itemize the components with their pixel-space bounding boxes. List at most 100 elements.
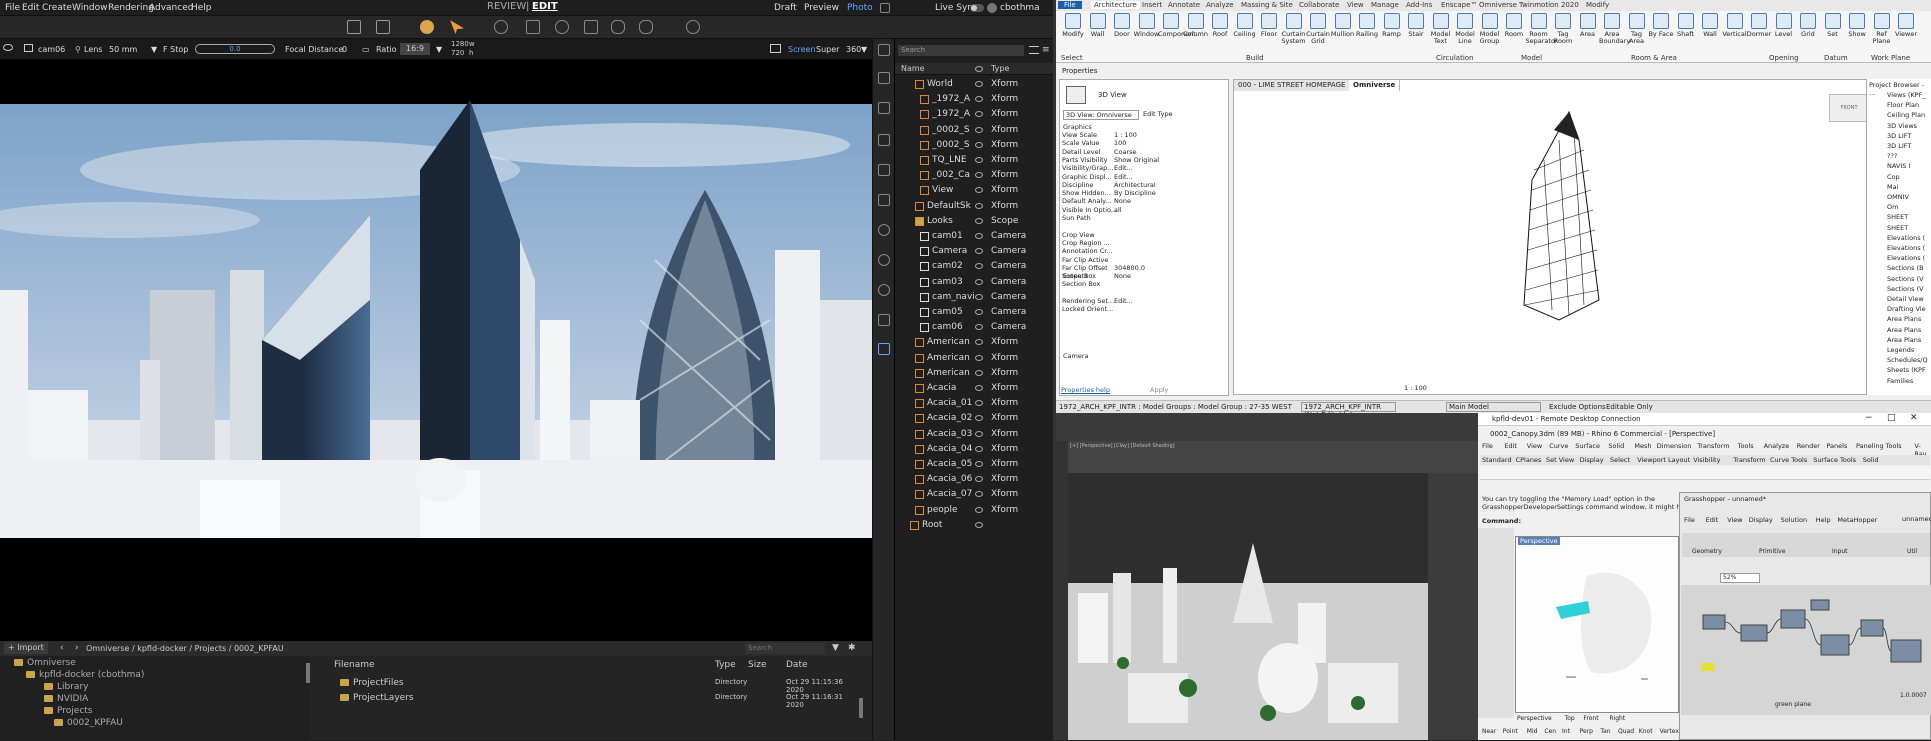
stage-row[interactable]: American Xform [895, 366, 1054, 381]
tab-enscape[interactable]: Enscape™ [1441, 1, 1477, 9]
visibility-eye-icon[interactable] [975, 126, 983, 133]
select-cursor-icon[interactable] [450, 20, 464, 34]
gh-group-primitive[interactable]: Primitive [1759, 548, 1785, 555]
rhino-toolbar-tab[interactable]: Standard [1482, 456, 1512, 464]
osnap-option[interactable]: Perp [1580, 728, 1593, 735]
browser-item[interactable]: Mai [1887, 183, 1898, 191]
exclude-options[interactable]: Exclude Options [1549, 403, 1606, 411]
stage-row[interactable]: people Xform [895, 503, 1054, 518]
rhino-menu-item[interactable]: Render [1797, 442, 1820, 450]
stage-row[interactable]: World Xform [895, 77, 1054, 92]
gh-menu-item[interactable]: Help [1816, 516, 1831, 524]
design-option-select[interactable]: Main Model [1446, 402, 1541, 412]
import-button[interactable]: + Import [4, 642, 48, 654]
paint-icon[interactable] [878, 72, 890, 84]
live-sync-toggle[interactable] [970, 4, 984, 12]
ribbon-button[interactable]: Area [1575, 13, 1601, 38]
visibility-eye-icon[interactable] [975, 521, 983, 528]
property-value[interactable]: Coarse [1114, 148, 1137, 156]
browser-item[interactable]: Elevations ( [1887, 254, 1925, 262]
visibility-eye-icon[interactable] [975, 415, 983, 422]
ribbon-button[interactable]: Level [1771, 13, 1797, 38]
property-row[interactable]: Section Box [1062, 280, 1174, 288]
ratio-select[interactable]: 16:9 [400, 43, 430, 55]
view-selector[interactable]: 3D View: Omniverse [1063, 110, 1139, 120]
visibility-eye-icon[interactable] [975, 81, 983, 87]
tab-twinmotion[interactable]: Twinmotion 2020 [1519, 1, 1579, 9]
rhino-menu-item[interactable]: Surface [1575, 442, 1600, 450]
property-row[interactable]: Parts Visibility Show Original [1062, 156, 1174, 164]
ribbon-button[interactable]: Vertical [1722, 13, 1748, 38]
ribbon-button[interactable]: Ramp [1379, 13, 1405, 38]
browser-item[interactable]: Detail View [1887, 295, 1924, 303]
camera-name[interactable]: cam06 [38, 45, 65, 54]
save-icon[interactable] [376, 20, 390, 34]
ribbon-button[interactable]: Room [1501, 13, 1527, 38]
rhino-toolbar-tab[interactable]: Display [1580, 456, 1604, 464]
forward-icon[interactable]: › [75, 643, 79, 653]
visibility-eye-icon[interactable] [975, 233, 983, 239]
mode-review[interactable]: REVIEW [487, 1, 526, 12]
rhino-menu-item[interactable]: View [1527, 442, 1542, 450]
tab-analyze[interactable]: Analyze [1206, 1, 1234, 9]
osnap-option[interactable]: Vertex [1660, 728, 1679, 735]
screen-label[interactable]: Screen [788, 45, 816, 54]
property-value[interactable]: Edit... [1114, 164, 1133, 172]
physics-icon[interactable] [611, 20, 625, 34]
ribbon-button[interactable]: Tag Room [1550, 13, 1576, 45]
rhino-menu-item[interactable]: Panels [1826, 442, 1847, 450]
browser-item[interactable]: ??? [1887, 152, 1897, 160]
stage-row[interactable]: cam06 Camera [895, 320, 1054, 335]
tree-item[interactable]: kpfld-docker (cbothma) [26, 670, 144, 680]
tab-collaborate[interactable]: Collaborate [1299, 1, 1339, 9]
osnap-option[interactable]: Int [1562, 728, 1570, 735]
hierarchy-tree-icon[interactable] [878, 343, 890, 355]
property-row[interactable]: Default Analy... None [1062, 197, 1174, 205]
menu-edit[interactable]: Edit [22, 3, 39, 13]
ribbon-button[interactable]: Wall [1085, 13, 1111, 38]
angle-label[interactable]: 360 [846, 45, 861, 54]
viewcube[interactable]: FRONT [1829, 94, 1869, 122]
visibility-eye-icon[interactable] [975, 400, 983, 407]
vp-dropdown-icon[interactable]: ▼ [861, 45, 867, 54]
menu-create[interactable]: Create [42, 3, 72, 13]
ribbon-button[interactable]: Stair [1403, 13, 1429, 38]
property-value[interactable]: By Discipline [1114, 189, 1156, 197]
visibility-eye-icon[interactable] [975, 278, 983, 285]
tab-file[interactable]: File [1058, 1, 1082, 9]
person-icon[interactable] [639, 20, 653, 34]
rotate-icon[interactable] [555, 20, 569, 34]
view-scale-footer[interactable]: 1 : 100 [1404, 384, 1427, 392]
property-value[interactable]: Show Original [1114, 156, 1159, 164]
property-row[interactable]: Crop View [1062, 231, 1174, 239]
visibility-eye-icon[interactable] [975, 476, 983, 483]
ribbon-button[interactable]: Shaft [1673, 13, 1699, 38]
stage-row[interactable]: American Xform [895, 351, 1054, 366]
property-row[interactable]: Visible In Optio... all [1062, 206, 1174, 214]
ribbon-button[interactable]: Room Separator [1526, 13, 1558, 45]
browser-item[interactable]: Families [1887, 377, 1913, 385]
tab-massing[interactable]: Massing & Site [1241, 1, 1293, 9]
resolution-height[interactable]: 720 [451, 49, 464, 57]
gh-menu-item[interactable]: MetaHopper [1837, 516, 1877, 524]
minimize-icon[interactable]: − [1865, 413, 1873, 423]
maximize-icon[interactable]: □ [1887, 413, 1896, 423]
rhino-toolbar-tab[interactable]: CPlanes [1516, 456, 1542, 464]
visibility-eye-icon[interactable] [975, 506, 983, 513]
resolution-width[interactable]: 1280 [451, 40, 469, 48]
properties-help-link[interactable]: Properties help [1061, 386, 1110, 394]
ribbon-button[interactable]: Area Boundary [1599, 13, 1630, 45]
rhino-toolbar-tab[interactable]: Surface Tools [1813, 456, 1856, 464]
visibility-eye-icon[interactable] [975, 172, 983, 179]
render-draft[interactable]: Draft [774, 3, 797, 13]
visibility-eye-icon[interactable] [975, 248, 983, 255]
content-settings-icon[interactable]: ✱ [848, 643, 856, 653]
rhino-toolbar-tab[interactable]: Curve Tools [1770, 456, 1807, 464]
property-row[interactable]: View Scale 1 : 100 [1062, 131, 1174, 139]
property-value[interactable]: 304800.0 [1114, 264, 1145, 272]
rhino-toolbar-tab[interactable]: Select [1610, 456, 1630, 464]
ribbon-button[interactable]: Column [1183, 13, 1209, 38]
stage-row[interactable]: _1972_A Xform [895, 107, 1054, 122]
property-row[interactable]: Scope Box None [1062, 272, 1174, 280]
gh-group-geometry[interactable]: Geometry [1692, 548, 1722, 555]
